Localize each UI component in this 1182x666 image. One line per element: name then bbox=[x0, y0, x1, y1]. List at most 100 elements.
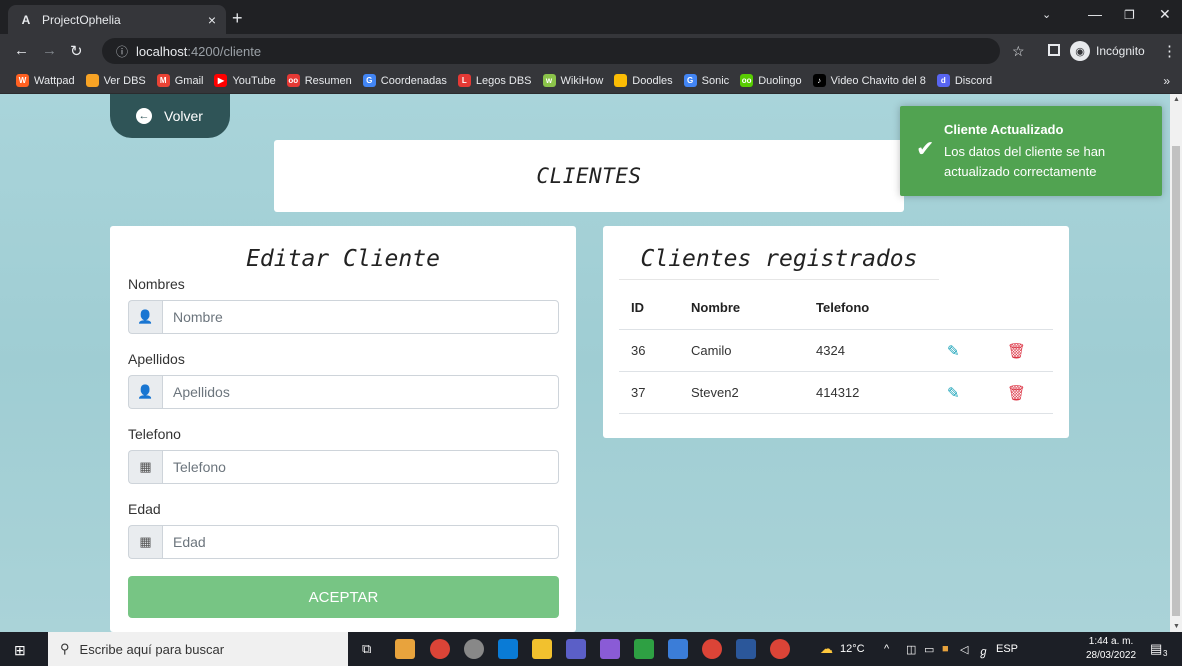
column-header: Telefono bbox=[816, 300, 870, 315]
scrollbar-thumb[interactable] bbox=[1172, 146, 1180, 616]
tab-strip: A ProjectOphelia × + ⌄ — ❐ ✕ bbox=[0, 0, 1182, 34]
bookmark-discord[interactable]: d Discord bbox=[936, 74, 992, 87]
bookmark-duolingo[interactable]: oo Duolingo bbox=[740, 74, 802, 87]
teams-icon[interactable] bbox=[566, 639, 586, 659]
tab-close-icon[interactable]: × bbox=[208, 12, 216, 28]
telefono-input[interactable] bbox=[162, 450, 559, 484]
new-tab-button[interactable]: + bbox=[232, 9, 243, 27]
user-icon: 👤 bbox=[128, 300, 162, 334]
bookmark-label: YouTube bbox=[232, 74, 276, 87]
weather-icon[interactable]: ☁ bbox=[820, 641, 833, 657]
app-icon[interactable] bbox=[464, 639, 484, 659]
bookmark-favicon-icon: oo bbox=[740, 74, 754, 87]
restore-icon[interactable]: ❐ bbox=[1124, 8, 1135, 22]
bookmark-video-chavito-del-8[interactable]: ♪ Video Chavito del 8 bbox=[812, 74, 926, 87]
windows-taskbar: ⊞ ⚲ Escribe aquí para buscar ⧉ ☁ 12°C ^ … bbox=[0, 632, 1182, 666]
notifications-icon[interactable]: ▤ bbox=[1150, 641, 1162, 657]
lock-icon[interactable]: ■ bbox=[942, 643, 949, 655]
scroll-up-icon[interactable]: ▲ bbox=[1173, 96, 1180, 103]
browser-tab[interactable]: A ProjectOphelia × bbox=[8, 5, 226, 34]
edit-icon[interactable]: ✎ bbox=[947, 384, 960, 402]
back-button[interactable]: ← Volver bbox=[110, 94, 230, 138]
chevron-up-icon[interactable]: ^ bbox=[884, 643, 889, 655]
nombres-input[interactable] bbox=[162, 300, 559, 334]
close-window-icon[interactable]: ✕ bbox=[1159, 6, 1171, 23]
back-arrow-icon[interactable]: ← bbox=[14, 42, 29, 59]
scroll-down-icon[interactable]: ▼ bbox=[1173, 623, 1180, 630]
calculator-icon: ▦ bbox=[128, 450, 162, 484]
field-label: Telefono bbox=[128, 426, 181, 442]
reload-icon[interactable]: ↻ bbox=[70, 42, 83, 60]
field-label: Nombres bbox=[128, 276, 185, 292]
bookmarks-bar: W Wattpad Ver DBS M Gmail ▶ YouTube oo Resumen G C… bbox=[0, 68, 1182, 94]
bookmark-coordenadas[interactable]: G Coordenadas bbox=[362, 74, 447, 87]
temperature[interactable]: 12°C bbox=[840, 643, 865, 655]
bookmark-wattpad[interactable]: W Wattpad bbox=[16, 74, 75, 87]
clients-list-card: Clientes registrados ID Nombre Telefono 36 C… bbox=[603, 226, 1069, 438]
bookmark-youtube[interactable]: ▶ YouTube bbox=[214, 74, 276, 87]
bookmark-wikihow[interactable]: w WikiHow bbox=[542, 74, 603, 87]
language-indicator[interactable]: ESP bbox=[996, 643, 1018, 655]
reading-mode-icon[interactable] bbox=[1048, 44, 1060, 56]
success-toast[interactable]: ✔ Cliente Actualizado Los datos del clie… bbox=[900, 106, 1162, 196]
lock-app-icon[interactable] bbox=[532, 639, 552, 659]
arrow-left-icon: ← bbox=[136, 108, 152, 124]
form-heading: Editar Cliente bbox=[246, 246, 440, 272]
date: 28/03/2022 bbox=[1085, 650, 1137, 661]
bookmark-favicon-icon: oo bbox=[286, 74, 300, 87]
bookmark-label: Duolingo bbox=[758, 74, 802, 87]
forward-arrow-icon[interactable]: → bbox=[42, 42, 57, 59]
bookmark-star-icon[interactable]: ☆ bbox=[1012, 43, 1025, 60]
incognito-label: Incógnito bbox=[1096, 44, 1145, 58]
apellidos-input[interactable] bbox=[162, 375, 559, 409]
file-explorer-icon[interactable] bbox=[395, 639, 415, 659]
bookmark-legos-dbs[interactable]: L Legos DBS bbox=[457, 74, 532, 87]
windows-start-icon[interactable]: ⊞ bbox=[14, 642, 26, 659]
chrome-icon[interactable] bbox=[770, 639, 790, 659]
bookmark-favicon-icon: ▶ bbox=[214, 74, 228, 87]
bookmark-doodles[interactable]: Doodles bbox=[614, 74, 673, 87]
battery-icon[interactable]: ▭ bbox=[924, 643, 934, 656]
app-icon[interactable] bbox=[634, 639, 654, 659]
bookmark-gmail[interactable]: M Gmail bbox=[156, 74, 203, 87]
speaker-icon[interactable]: ◁ bbox=[960, 643, 968, 656]
bookmark-favicon-icon: w bbox=[542, 74, 556, 87]
tab-search-icon[interactable]: ⌄ bbox=[1042, 8, 1051, 21]
minimize-icon[interactable]: — bbox=[1088, 6, 1102, 22]
bookmark-resumen[interactable]: oo Resumen bbox=[286, 74, 352, 87]
vscode-icon[interactable] bbox=[498, 639, 518, 659]
clock[interactable]: 1:44 a. m. 28/03/2022 bbox=[1083, 635, 1139, 663]
cell-telefono: 4324 bbox=[816, 343, 845, 358]
app-icon[interactable] bbox=[668, 639, 688, 659]
trash-icon[interactable]: 🗑 bbox=[1007, 384, 1026, 402]
chrome-icon[interactable] bbox=[430, 639, 450, 659]
bookmark-favicon-icon: G bbox=[362, 74, 376, 87]
accept-button[interactable]: ACEPTAR bbox=[128, 576, 559, 618]
pen-icon[interactable]: ℊ bbox=[978, 643, 989, 659]
page-scrollbar[interactable]: ▲ ▼ bbox=[1170, 94, 1182, 632]
more-bookmarks-icon[interactable]: » bbox=[1163, 74, 1170, 88]
bookmark-label: Wattpad bbox=[34, 74, 75, 87]
visual-studio-icon[interactable] bbox=[600, 639, 620, 659]
trash-icon[interactable]: 🗑 bbox=[1007, 342, 1026, 360]
edit-cell: ✎ bbox=[947, 372, 960, 413]
network-icon[interactable]: ◫ bbox=[906, 643, 916, 656]
word-icon[interactable] bbox=[736, 639, 756, 659]
incognito-indicator[interactable]: ◉ Incógnito bbox=[1070, 39, 1145, 63]
menu-icon[interactable]: ⋮ bbox=[1162, 42, 1177, 60]
edad-input[interactable] bbox=[162, 525, 559, 559]
task-view-icon[interactable]: ⧉ bbox=[362, 641, 371, 657]
bookmark-ver-dbs[interactable]: Ver DBS bbox=[85, 74, 146, 87]
input-group: ▦ bbox=[128, 525, 559, 559]
delete-cell: 🗑 bbox=[1007, 372, 1026, 413]
bookmark-favicon-icon bbox=[614, 74, 628, 87]
bookmark-sonic[interactable]: G Sonic bbox=[683, 74, 729, 87]
url-host: localhost bbox=[136, 43, 188, 59]
chrome-icon[interactable] bbox=[702, 639, 722, 659]
user-icon: 👤 bbox=[128, 375, 162, 409]
address-bar[interactable]: ⓘ localhost:4200/cliente bbox=[102, 38, 1000, 64]
info-icon[interactable]: ⓘ bbox=[116, 43, 128, 60]
taskbar-search-box[interactable]: ⚲ Escribe aquí para buscar bbox=[48, 632, 348, 666]
edit-icon[interactable]: ✎ bbox=[947, 342, 960, 360]
bookmark-label: Coordenadas bbox=[380, 74, 447, 87]
